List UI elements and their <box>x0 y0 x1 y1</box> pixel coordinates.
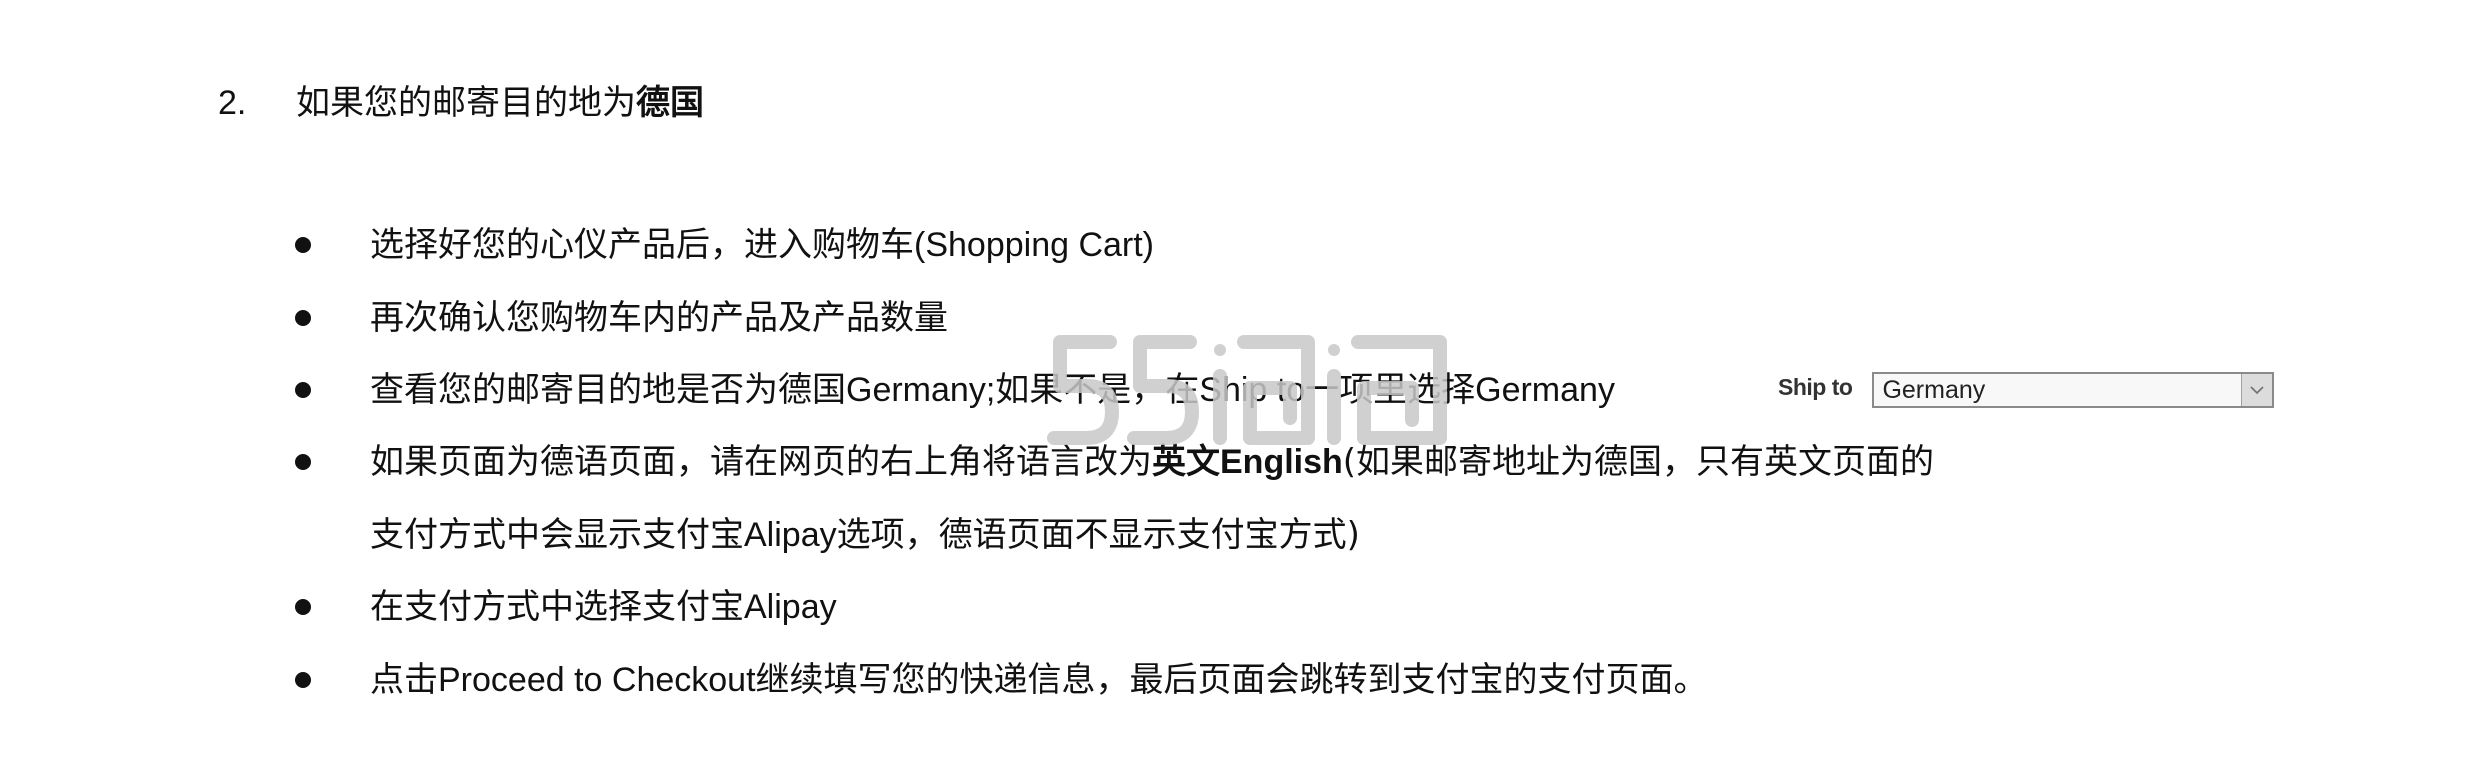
list-item-text: 再次确认您购物车内的产品及产品数量 <box>370 288 948 348</box>
chevron-down-icon[interactable] <box>2241 374 2273 406</box>
bullet-icon <box>295 237 311 253</box>
bullet-icon <box>295 382 311 398</box>
list-item-text: 支付方式中会显示支付宝 Alipay 选项，德语页面不显示支付宝方式) <box>370 505 1360 565</box>
watermark-glyph <box>1214 344 1226 356</box>
text-segment-bold: 英文 <box>1152 442 1220 482</box>
text-segment: 选项，德语页面不显示支付宝方式) <box>836 515 1360 555</box>
text-segment: 在支付方式中选择支付宝 <box>370 587 744 627</box>
list-item-text: 查看您的邮寄目的地是否为德国 Germany; 如果不是，在 Ship to 一… <box>370 360 1615 420</box>
heading-text-plain: 如果您的邮寄目的地为 <box>296 83 636 123</box>
text-segment: Ship to <box>1199 371 1306 409</box>
text-segment: 点击 <box>370 660 438 700</box>
heading-text: 如果您的邮寄目的地为德国 <box>296 73 704 133</box>
text-segment: 继续填写您的快递信息，最后页面会跳转到支付宝的支付页面。 <box>755 660 1708 700</box>
text-segment: 再次确认您购物车内的产品及产品数量 <box>370 298 948 338</box>
text-segment: 查看您的邮寄目的地是否为德国 <box>370 370 846 410</box>
bullet-icon <box>295 310 311 326</box>
bullet-icon <box>295 454 311 470</box>
bullet-icon <box>295 599 311 615</box>
text-segment: Germany; <box>846 371 996 409</box>
text-segment: 支付方式中会显示支付宝 <box>370 515 744 555</box>
text-segment: (Shopping Cart) <box>914 226 1155 264</box>
text-segment: Proceed to Checkout <box>438 661 756 699</box>
text-segment: Germany <box>1475 371 1615 409</box>
list-item-text: 点击 Proceed to Checkout 继续填写您的快递信息，最后页面会跳… <box>370 650 1708 710</box>
ship-to-selected-value: Germany <box>1882 375 1986 404</box>
heading-text-bold: 德国 <box>636 83 704 123</box>
text-segment: 一项里选择 <box>1305 370 1476 410</box>
list-item-text: 选择好您的心仪产品后，进入购物车 (Shopping Cart) <box>370 215 1154 275</box>
list-item-text: 如果页面为德语页面，请在网页的右上角将语言改为 英文 English (如果邮寄地… <box>370 432 1934 492</box>
bullet-icon <box>295 672 311 688</box>
text-segment: (如果邮寄地址为德国，只有英文页面的 <box>1342 442 1935 482</box>
text-segment-bold: English <box>1220 443 1343 481</box>
text-segment: Alipay <box>744 516 837 554</box>
text-segment: 如果页面为德语页面，请在网页的右上角将语言改为 <box>370 442 1152 482</box>
document-page: 2. 如果您的邮寄目的地为德国 选择好您的心仪产品后，进入购物车 (Shoppin… <box>0 0 2480 784</box>
ship-to-label: Ship to <box>1778 373 1853 400</box>
list-number: 2. <box>218 84 247 122</box>
text-segment: 选择好您的心仪产品后，进入购物车 <box>370 225 914 265</box>
watermark-glyph <box>1328 344 1340 356</box>
text-segment: 如果不是，在 <box>995 370 1200 410</box>
ship-to-select[interactable]: Germany <box>1872 372 2275 408</box>
list-item-text: 在支付方式中选择支付宝 Alipay <box>370 577 837 637</box>
text-segment: Alipay <box>744 588 837 626</box>
ship-to-widget: Ship to Germany <box>1778 368 2275 412</box>
